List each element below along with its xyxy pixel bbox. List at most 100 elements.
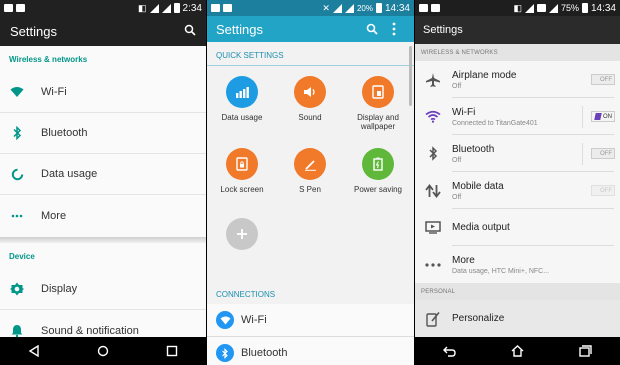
panel-android-lollipop: ◧ 2:34 Settings Wireless & networks Wi-F…	[0, 0, 206, 365]
settings-item-mobile-data[interactable]: Mobile data Off OFF	[415, 172, 620, 209]
settings-item-label: Wi-Fi	[41, 86, 67, 98]
airplane-mode-toggle[interactable]: OFF	[591, 74, 615, 85]
section-device: Device Display Sound & notification	[0, 243, 206, 351]
battery-icon	[581, 3, 588, 13]
connection-item-wifi[interactable]: Wi-Fi	[207, 304, 414, 337]
section-wireless: Wireless & networks Wi-Fi Bluetooth Data…	[0, 46, 206, 236]
wifi-icon	[423, 110, 443, 123]
personalize-icon	[423, 311, 443, 327]
up-down-arrows-icon	[423, 183, 443, 198]
app-bar: Settings	[207, 16, 414, 42]
tile-display-wallpaper[interactable]: Display and wallpaper	[345, 76, 411, 131]
settings-item-label: Sound & notification	[41, 324, 139, 337]
cell-signal-icon	[344, 3, 354, 13]
settings-item-label: Mobile data	[452, 180, 504, 192]
connection-item-bluetooth[interactable]: Bluetooth	[207, 337, 414, 365]
tile-sound[interactable]: Sound	[277, 76, 343, 122]
settings-item-label: Display	[41, 283, 78, 295]
settings-item-bluetooth[interactable]: Bluetooth	[0, 113, 206, 154]
quick-settings-header: QUICK SETTINGS	[207, 46, 414, 66]
notification-icon	[223, 4, 232, 12]
page-title: Settings	[423, 24, 463, 36]
tile-power-saving[interactable]: Power saving	[345, 148, 411, 194]
data-usage-icon	[10, 167, 24, 181]
settings-item-status: Off	[452, 156, 462, 164]
wifi-signal-icon	[524, 3, 534, 13]
speaker-icon	[294, 76, 326, 108]
navigation-bar	[415, 337, 620, 365]
settings-item-wifi[interactable]: Wi-Fi	[0, 72, 206, 113]
status-bar: ◧ 75% 14:34	[415, 0, 620, 16]
settings-item-label: Bluetooth	[41, 127, 88, 139]
wifi-icon	[10, 85, 24, 99]
mute-icon: ✕	[322, 3, 330, 13]
notification-icon	[4, 4, 13, 12]
connection-label: Bluetooth	[241, 347, 288, 359]
wifi-toggle[interactable]: ON	[591, 111, 615, 122]
connections-header: CONNECTIONS	[207, 285, 414, 305]
airplane-icon	[423, 72, 443, 88]
tile-label: Sound	[298, 113, 322, 122]
bluetooth-toggle[interactable]: OFF	[591, 148, 615, 159]
app-bar: Settings	[415, 16, 620, 44]
search-icon[interactable]	[184, 24, 196, 39]
notification-icon	[16, 4, 25, 12]
settings-item-more[interactable]: More Data usage, HTC Mini+, NFC...	[415, 246, 620, 283]
connection-label: Wi-Fi	[241, 314, 267, 326]
settings-item-media-output[interactable]: Media output	[415, 209, 620, 246]
mobile-data-toggle[interactable]: OFF	[591, 185, 615, 196]
settings-item-label: Bluetooth	[452, 143, 495, 155]
settings-item-label: Media output	[452, 222, 510, 233]
settings-item-data-usage[interactable]: Data usage	[0, 154, 206, 195]
section-header: Wireless & networks	[9, 54, 88, 64]
home-icon[interactable]	[505, 339, 529, 363]
recents-icon[interactable]	[574, 339, 598, 363]
battery-percent: 75%	[560, 3, 579, 13]
settings-item-label: More	[41, 209, 67, 222]
wifi-icon	[216, 311, 234, 329]
settings-item-label: Personalize	[452, 313, 505, 324]
settings-item-personalize[interactable]: Personalize	[415, 300, 620, 337]
notification-icon	[431, 4, 440, 12]
tile-data-usage[interactable]: Data usage	[209, 76, 275, 122]
battery-percent: 20%	[356, 3, 373, 13]
settings-item-wifi[interactable]: Wi-Fi Connected to TitanGate401 ON	[415, 98, 620, 135]
display-wallpaper-icon	[362, 76, 394, 108]
plus-icon	[226, 218, 258, 250]
search-icon[interactable]	[361, 23, 383, 35]
toggle-separator	[582, 105, 583, 128]
settings-item-label: Data usage	[41, 168, 98, 180]
vibrate-icon: ◧	[138, 3, 147, 13]
battery-saver-icon	[362, 148, 394, 180]
app-bar: Settings	[0, 16, 206, 46]
settings-item-display[interactable]: Display	[0, 269, 206, 310]
scrollbar[interactable]	[409, 46, 412, 106]
wifi-signal-icon	[332, 3, 342, 13]
home-icon[interactable]	[91, 339, 115, 363]
personal-header: PERSONAL	[415, 283, 620, 300]
settings-item-bluetooth[interactable]: Bluetooth Off OFF	[415, 135, 620, 172]
vibrate-icon: ◧	[513, 3, 522, 13]
settings-item-status: Connected to TitanGate401	[452, 119, 538, 127]
pen-icon	[294, 148, 326, 180]
cell-signal-icon	[548, 3, 558, 13]
recents-icon[interactable]	[160, 339, 184, 363]
settings-item-more[interactable]: More	[0, 195, 206, 236]
wifi-signal-icon	[149, 3, 159, 13]
toggle-separator	[582, 142, 583, 165]
settings-item-airplane-mode[interactable]: Airplane mode Off OFF	[415, 61, 620, 98]
bluetooth-icon	[216, 344, 234, 362]
more-dots-icon	[10, 209, 24, 223]
back-icon[interactable]	[437, 339, 461, 363]
wireless-header: WIRELESS & NETWORKS	[415, 44, 620, 61]
back-icon[interactable]	[22, 339, 46, 363]
tile-s-pen[interactable]: S Pen	[277, 148, 343, 194]
settings-item-label: Airplane mode	[452, 69, 517, 81]
overflow-menu-icon[interactable]	[383, 22, 405, 36]
bluetooth-icon	[423, 146, 443, 161]
more-dots-icon	[423, 262, 443, 267]
tile-lock-screen[interactable]: Lock screen	[209, 148, 275, 194]
tile-add[interactable]	[209, 218, 275, 250]
page-title: Settings	[216, 21, 263, 37]
settings-item-status: Off	[452, 193, 462, 201]
